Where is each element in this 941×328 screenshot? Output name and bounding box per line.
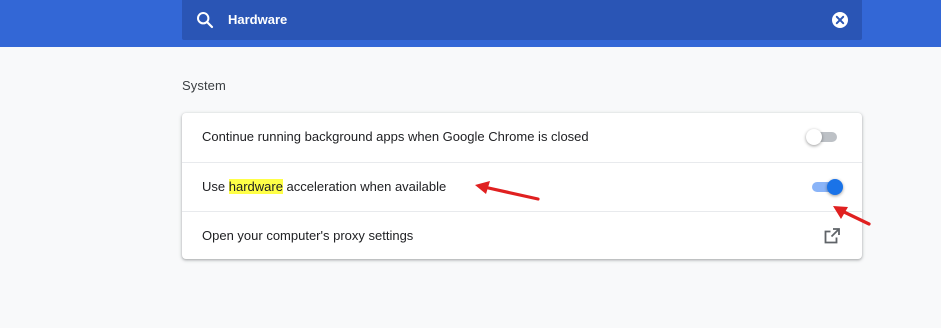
setting-row-hardware-acceleration[interactable]: Use hardware acceleration when available [182, 162, 862, 211]
label-prefix: Use [202, 179, 229, 194]
search-bar[interactable] [182, 0, 862, 40]
toggle-knob [827, 179, 843, 195]
background-apps-toggle[interactable] [806, 126, 840, 146]
label-suffix: acceleration when available [282, 179, 447, 194]
system-settings-card: Continue running background apps when Go… [182, 113, 862, 259]
setting-label: Open your computer's proxy settings [202, 228, 414, 243]
setting-label: Use hardware acceleration when available [202, 163, 446, 211]
external-link-icon[interactable] [823, 227, 841, 245]
search-highlight: hardware [228, 179, 283, 194]
toggle-knob [806, 129, 822, 145]
section-title: System [182, 78, 226, 93]
setting-row-background-apps[interactable]: Continue running background apps when Go… [182, 113, 862, 161]
search-icon [196, 11, 214, 29]
setting-label: Continue running background apps when Go… [202, 129, 589, 144]
hardware-acceleration-toggle[interactable] [809, 176, 843, 196]
setting-row-proxy-settings[interactable]: Open your computer's proxy settings [182, 211, 862, 260]
search-input[interactable] [228, 0, 788, 40]
clear-icon [832, 12, 848, 28]
clear-search-button[interactable] [831, 11, 849, 29]
